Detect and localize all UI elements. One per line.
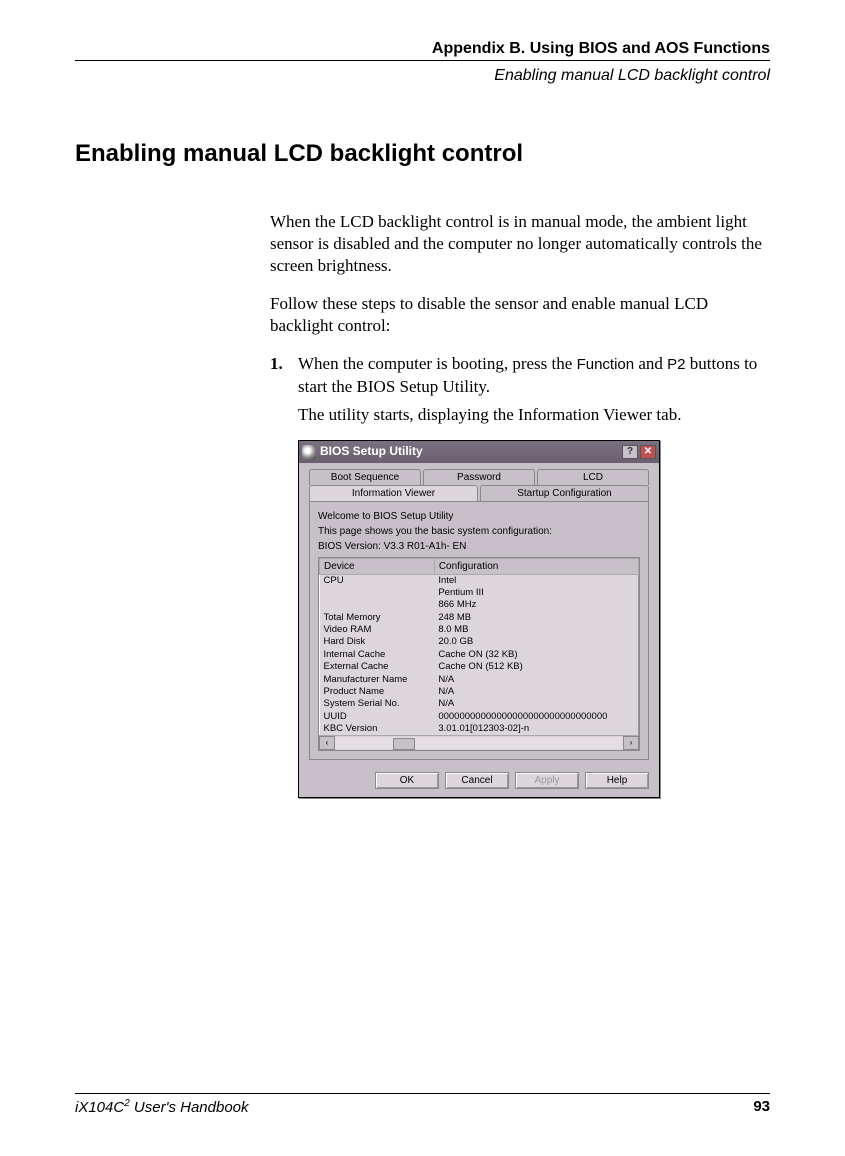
table-row: KBC Version3.01.01[012303-02]-n [320,723,639,735]
table-row: Hard Disk20.0 GB [320,636,639,648]
cell-config: N/A [434,698,638,710]
tab-information-viewer[interactable]: Information Viewer [309,485,478,501]
cell-config: 20.0 GB [434,636,638,648]
col-config: Configuration [434,558,638,574]
cell-device: KBC Version [320,723,435,735]
tab-lcd[interactable]: LCD [537,469,649,485]
page-header: Appendix B. Using BIOS and AOS Functions… [75,40,770,85]
cell-device: Product Name [320,686,435,698]
table-row: Total Memory248 MB [320,612,639,624]
tab-boot-sequence[interactable]: Boot Sequence [309,469,421,485]
bios-window: BIOS Setup Utility ? ✕ Boot Sequence Pas… [298,440,660,798]
table-row: UUID00000000000000000000000000000000 [320,711,639,723]
scroll-left-button[interactable]: ‹ [319,736,335,750]
welcome-line-3: BIOS Version: V3.3 R01-A1h- EN [318,540,640,553]
welcome-line-2: This page shows you the basic system con… [318,525,640,538]
cell-config: Cache ON (32 KB) [434,649,638,661]
tabs-row-2: Information Viewer Startup Configuration [299,485,659,501]
help-dialog-button[interactable]: Help [585,772,649,789]
table-row: CPUIntel [320,574,639,587]
tab-pane: Welcome to BIOS Setup Utility This page … [309,501,649,760]
step1-mid: and [634,354,667,373]
cell-device: Video RAM [320,624,435,636]
cell-device: System Serial No. [320,698,435,710]
cell-device: CPU [320,574,435,587]
step-1-follow: The utility starts, displaying the Infor… [298,404,770,426]
paragraph-2: Follow these steps to disable the sensor… [270,293,770,337]
table-row: System Serial No.N/A [320,698,639,710]
close-button[interactable]: ✕ [640,445,656,459]
footer-rule [75,1093,770,1094]
cell-device: UUID [320,711,435,723]
footer-book-pre: iX104C [75,1099,124,1116]
titlebar: BIOS Setup Utility ? ✕ [299,441,659,463]
table-row: Manufacturer NameN/A [320,674,639,686]
cell-device: Total Memory [320,612,435,624]
cell-device [320,599,435,611]
window-title: BIOS Setup Utility [320,444,620,460]
cell-config: Pentium III [434,587,638,599]
cancel-button[interactable]: Cancel [445,772,509,789]
header-rule [75,60,770,61]
tab-startup-configuration[interactable]: Startup Configuration [480,485,649,501]
cell-config: N/A [434,686,638,698]
scroll-thumb[interactable] [393,738,415,750]
ok-button[interactable]: OK [375,772,439,789]
cell-device: Hard Disk [320,636,435,648]
table-row: 866 MHz [320,599,639,611]
cell-device: External Cache [320,661,435,673]
welcome-line-1: Welcome to BIOS Setup Utility [318,510,640,523]
cell-config: 8.0 MB [434,624,638,636]
cell-config: Cache ON (512 KB) [434,661,638,673]
cell-config: 3.01.01[012303-02]-n [434,723,638,735]
app-icon [302,445,316,459]
step-text: When the computer is booting, press the … [298,353,770,397]
apply-button[interactable]: Apply [515,772,579,789]
scroll-right-button[interactable]: › [623,736,639,750]
cell-config: 00000000000000000000000000000000 [434,711,638,723]
config-table: Device Configuration CPUIntelPentium III… [319,558,639,735]
section-title: Enabling manual LCD backlight control [75,140,770,168]
step1-pre: When the computer is booting, press the [298,354,577,373]
body-content: When the LCD backlight control is in man… [270,211,770,798]
config-table-wrap: Device Configuration CPUIntelPentium III… [318,557,640,751]
footer-book-post: User's Handbook [130,1099,249,1116]
cell-config: N/A [434,674,638,686]
step-1: 1. When the computer is booting, press t… [270,353,770,397]
dialog-buttons: OK Cancel Apply Help [299,766,659,797]
col-device: Device [320,558,435,574]
cell-config: 866 MHz [434,599,638,611]
table-row: Video RAM8.0 MB [320,624,639,636]
cell-device: Manufacturer Name [320,674,435,686]
cell-config: Intel [434,574,638,587]
help-button[interactable]: ? [622,445,638,459]
cell-config: 248 MB [434,612,638,624]
tab-password[interactable]: Password [423,469,535,485]
horizontal-scrollbar[interactable]: ‹ › [319,735,639,750]
table-row: Internal CacheCache ON (32 KB) [320,649,639,661]
fn-key-label: Function [577,356,635,373]
paragraph-1: When the LCD backlight control is in man… [270,211,770,277]
footer-book-title: iX104C2 User's Handbook [75,1098,249,1116]
page-number: 93 [753,1098,770,1116]
tabs-row-1: Boot Sequence Password LCD [299,463,659,485]
p2-key-label: P2 [667,356,685,373]
cell-device [320,587,435,599]
header-title: Appendix B. Using BIOS and AOS Functions [75,40,770,58]
cell-device: Internal Cache [320,649,435,661]
table-row: Pentium III [320,587,639,599]
scroll-track[interactable] [335,737,623,749]
table-row: Product NameN/A [320,686,639,698]
step-number: 1. [270,353,298,397]
header-subtitle: Enabling manual LCD backlight control [75,67,770,85]
table-row: External CacheCache ON (512 KB) [320,661,639,673]
page-footer: iX104C2 User's Handbook 93 [75,1085,770,1116]
